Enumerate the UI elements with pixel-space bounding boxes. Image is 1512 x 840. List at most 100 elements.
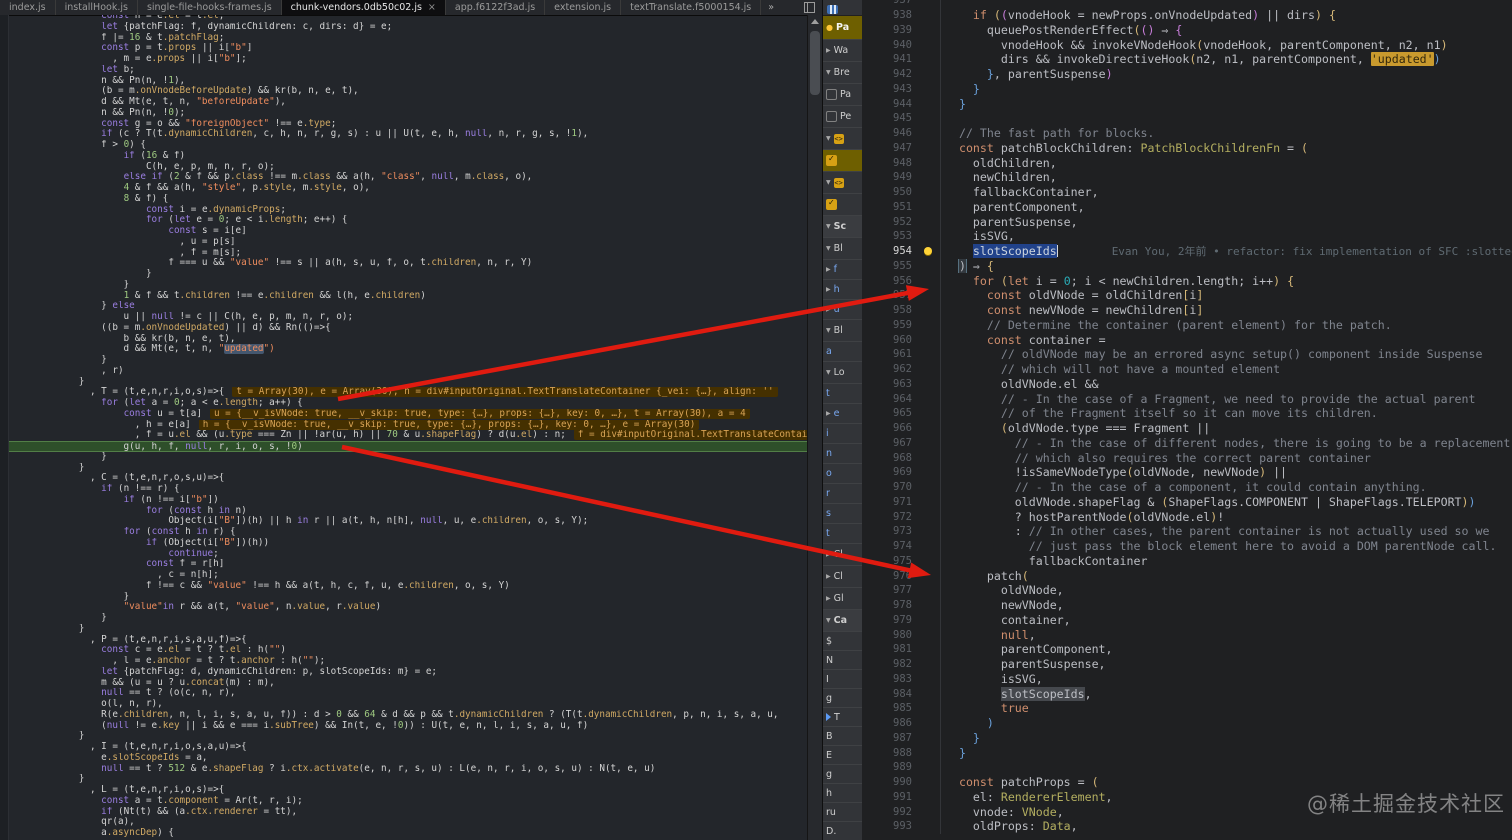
scrollbar-thumb[interactable] xyxy=(810,31,820,95)
code-line[interactable]: newChildren, xyxy=(941,170,1057,184)
sidebar-row[interactable]: ▶ e xyxy=(823,404,863,424)
minified-code-editor[interactable]: const h = e.el = t.el; let {patchFlag: f… xyxy=(0,15,808,840)
line-number[interactable]: 968 xyxy=(862,452,920,464)
gutter-marker-column[interactable] xyxy=(920,435,941,451)
code-line[interactable]: const p = t.props || i["b"] xyxy=(0,43,808,54)
gutter-marker-column[interactable] xyxy=(920,745,941,760)
code-line[interactable]: e.slotScopeIds = a, xyxy=(0,753,808,764)
code-line[interactable]: oldVNode.el && xyxy=(941,377,1099,391)
file-tab[interactable]: installHook.js xyxy=(56,0,138,15)
line-number[interactable]: 993 xyxy=(862,820,920,832)
line-number[interactable]: 949 xyxy=(862,171,920,183)
tab-close-icon[interactable]: × xyxy=(428,2,436,13)
chevron-down-icon[interactable]: ▼ xyxy=(826,135,831,142)
code-line[interactable]: C(h, e, p, m, n, r, o); xyxy=(0,162,808,173)
callstack-frame[interactable]: D. xyxy=(823,822,863,840)
code-line[interactable]: , I = (t,e,n,r,i,o,s,a,u)=>{ xyxy=(0,742,808,753)
sidebar-row[interactable]: ▶ u xyxy=(823,300,863,320)
code-line[interactable]: 4 & f && a(h, "style", p.style, m.style,… xyxy=(0,183,808,194)
line-number[interactable]: 977 xyxy=(862,584,920,596)
checkbox-checked[interactable] xyxy=(826,198,837,210)
callstack-frame[interactable]: g xyxy=(823,765,863,784)
sidebar-row[interactable]: t xyxy=(823,384,863,404)
callstack-frame[interactable]: ru xyxy=(823,803,863,822)
gutter-marker-column[interactable] xyxy=(920,730,941,746)
code-line[interactable]: newVNode, xyxy=(941,598,1064,612)
code-line[interactable]: } xyxy=(0,463,808,474)
line-number[interactable]: 951 xyxy=(862,201,920,213)
chevron-down-icon[interactable]: ▼ xyxy=(826,179,831,186)
code-line[interactable]: , f = m[s]; xyxy=(0,248,808,259)
code-line[interactable]: const c = e.el = t ? t.el : h("") xyxy=(0,645,808,656)
line-number[interactable]: 990 xyxy=(862,776,920,788)
line-number[interactable]: 991 xyxy=(862,791,920,803)
code-line[interactable]: fallbackContainer xyxy=(941,554,1148,568)
code-line[interactable]: , u = p[s] xyxy=(0,237,808,248)
code-line[interactable]: if (n !== r) { xyxy=(0,484,808,495)
code-line[interactable]: let b; xyxy=(0,65,808,76)
code-line[interactable]: // oldVNode may be an errored async setu… xyxy=(941,347,1483,361)
code-line[interactable]: !isSameVNodeType(oldVNode, newVNode) || xyxy=(941,465,1287,479)
code-line[interactable]: ? hostParentNode(oldVNode.el)! xyxy=(941,510,1224,524)
sidebar-row[interactable]: ▼ Bl xyxy=(823,238,863,260)
chevron-down-icon[interactable]: ▼ xyxy=(826,69,831,76)
line-number[interactable]: 966 xyxy=(862,422,920,434)
sidebar-row[interactable]: ▼ Lo xyxy=(823,362,863,384)
checkbox-unchecked[interactable] xyxy=(826,111,837,122)
gutter-marker-column[interactable] xyxy=(920,494,941,510)
file-tab[interactable]: index.js xyxy=(0,0,56,15)
code-line[interactable]: slotScopeIds, xyxy=(941,686,1092,701)
code-line[interactable]: f |= 16 & t.patchFlag; xyxy=(0,33,808,44)
gutter-marker-column[interactable] xyxy=(920,568,941,583)
line-number[interactable]: 972 xyxy=(862,511,920,523)
line-number[interactable]: 957 xyxy=(862,289,920,301)
line-number[interactable]: 973 xyxy=(862,525,920,537)
callstack-frame[interactable]: B xyxy=(823,727,863,746)
code-line[interactable]: const a = t.component = Ar(t, r, i); xyxy=(0,796,808,807)
chevron-down-icon[interactable]: ▼ xyxy=(826,617,831,624)
code-line[interactable]: oldVNode, xyxy=(941,583,1064,597)
sidebar-row[interactable]: n xyxy=(823,444,863,464)
code-line[interactable]: for (let a = 0; a < e.length; a++) { xyxy=(0,398,808,409)
file-tab[interactable]: app.f6122f3ad.js xyxy=(446,0,546,15)
callstack-frame[interactable]: $ xyxy=(823,632,863,651)
chevron-right-icon[interactable]: ▶ xyxy=(826,47,831,54)
code-line[interactable]: patch( xyxy=(941,569,1029,583)
code-line[interactable]: } xyxy=(0,280,808,291)
line-number[interactable]: 984 xyxy=(862,688,920,700)
code-line[interactable]: vnode: VNode, xyxy=(941,805,1064,819)
code-line[interactable]: let {patchFlag: d, dynamicChildren: p, s… xyxy=(0,667,808,678)
line-number[interactable]: 981 xyxy=(862,643,920,655)
code-line[interactable]: continue; xyxy=(0,549,808,560)
line-number[interactable]: 982 xyxy=(862,658,920,670)
gutter-marker-column[interactable] xyxy=(920,37,941,52)
code-line[interactable]: parentComponent, xyxy=(941,642,1113,656)
line-number[interactable]: 940 xyxy=(862,39,920,51)
gutter-marker-column[interactable] xyxy=(920,243,941,259)
code-line[interactable]: 1 & f && t.children !== e.children && l(… xyxy=(0,291,808,302)
code-line[interactable]: const h = e.el = t.el; xyxy=(0,15,808,22)
code-line[interactable]: } else xyxy=(0,301,808,312)
code-line[interactable]: } xyxy=(0,592,808,603)
gutter-marker-column[interactable] xyxy=(920,553,941,569)
line-number[interactable]: 938 xyxy=(862,9,920,21)
chevron-right-icon[interactable]: ▶ xyxy=(826,266,831,273)
gutter-marker-column[interactable] xyxy=(920,420,941,436)
gutter-marker-column[interactable] xyxy=(920,81,941,97)
code-line[interactable]: , c = n[h]; xyxy=(0,570,808,581)
gutter-marker-column[interactable] xyxy=(920,804,941,819)
gutter-marker-column[interactable] xyxy=(920,66,941,82)
code-line[interactable]: queuePostRenderEffect(() ⇒ { xyxy=(941,23,1182,37)
code-line[interactable]: // which also requires the correct paren… xyxy=(941,451,1371,465)
gutter-marker-column[interactable] xyxy=(920,302,941,318)
tab-overflow-icon[interactable]: » xyxy=(761,0,781,15)
sidebar-row[interactable]: Pa xyxy=(823,84,863,106)
sidebar-row[interactable]: ▼ Bre xyxy=(823,62,863,84)
sidebar-row[interactable]: o xyxy=(823,464,863,484)
gutter-marker-column[interactable] xyxy=(920,361,941,377)
line-number[interactable]: 976 xyxy=(862,570,920,582)
code-line[interactable]: } xyxy=(941,731,980,745)
file-tab[interactable]: textTranslate.f5000154.js xyxy=(621,0,762,15)
gutter-marker-column[interactable] xyxy=(920,774,941,790)
line-number[interactable]: 979 xyxy=(862,614,920,626)
